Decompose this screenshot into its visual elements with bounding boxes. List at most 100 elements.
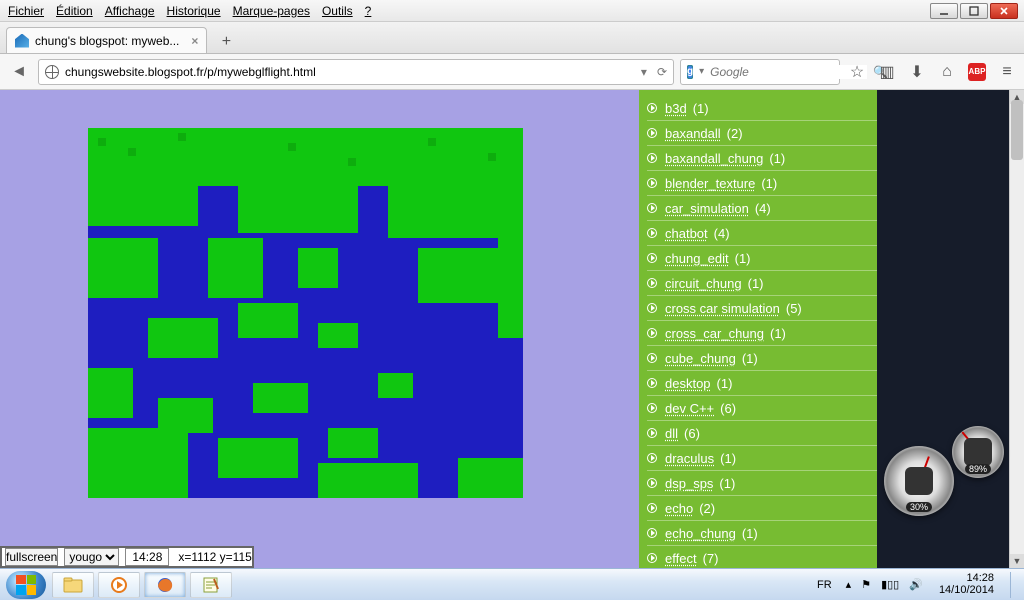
tag-item[interactable]: b3d(1) (647, 96, 877, 121)
tag-count: (1) (720, 451, 736, 466)
tag-item[interactable]: chung_edit (1) (647, 246, 877, 271)
menu-historique[interactable]: Historique (163, 2, 225, 20)
webgl-canvas[interactable] (88, 128, 523, 498)
tag-count: (4) (755, 201, 771, 216)
start-button[interactable] (6, 571, 46, 599)
tag-count: (1) (742, 526, 758, 541)
tray-clock[interactable]: 14:28 (966, 573, 994, 585)
menu-outils[interactable]: Outils (318, 2, 357, 20)
search-engine-icon[interactable]: g (687, 65, 693, 79)
tag-link[interactable]: blender_texture (665, 176, 755, 191)
tag-link[interactable]: cross_car_chung (665, 326, 764, 341)
window-minimize-button[interactable] (930, 3, 958, 19)
tag-item[interactable]: draculus (1) (647, 446, 877, 471)
cpu-gauge-gadget[interactable]: 89% 30% (884, 426, 1004, 516)
tray-date[interactable]: 14/10/2014 (939, 585, 994, 597)
tag-link[interactable]: chatbot (665, 226, 708, 241)
scroll-down-button[interactable]: ▼ (1010, 554, 1024, 568)
window-maximize-button[interactable] (960, 3, 988, 19)
tag-link[interactable]: cross car simulation (665, 301, 780, 316)
favicon-icon (15, 34, 29, 48)
bullet-icon (647, 553, 657, 563)
search-bar[interactable]: g▾ 🔍 (680, 59, 840, 85)
home-button[interactable]: ⌂ (936, 61, 958, 83)
reader-button[interactable]: ▥ (876, 61, 898, 83)
tray-flag-icon[interactable]: ⚑ (861, 578, 871, 591)
tag-item[interactable]: cross car simulation (5) (647, 296, 877, 321)
bookmark-star-button[interactable]: ☆ (846, 61, 868, 83)
downloads-button[interactable]: ⬇ (906, 61, 928, 83)
tag-link[interactable]: dev C++ (665, 401, 714, 416)
tag-link[interactable]: baxandall_chung (665, 151, 763, 166)
window-close-button[interactable] (990, 3, 1018, 19)
hamburger-menu-button[interactable]: ≡ (996, 61, 1018, 83)
tray-language[interactable]: FR (813, 579, 836, 591)
menu-help[interactable]: ? (361, 2, 376, 20)
fullscreen-button[interactable]: fullscreen (5, 548, 58, 566)
tag-link[interactable]: echo (665, 501, 693, 516)
tray-up-icon[interactable]: ▴ (846, 578, 852, 591)
tag-item[interactable]: circuit_chung(1) (647, 271, 877, 296)
mode-select[interactable]: yougo (64, 548, 119, 566)
tag-link[interactable]: dll (665, 426, 678, 441)
tag-link[interactable]: baxandall (665, 126, 721, 141)
bullet-icon (647, 478, 657, 488)
url-input[interactable] (65, 65, 635, 79)
tag-count: (1) (735, 251, 751, 266)
tag-link[interactable]: cube_chung (665, 351, 736, 366)
tag-count: (5) (786, 301, 802, 316)
taskbar-mediaplayer[interactable] (98, 572, 140, 598)
show-desktop-button[interactable] (1010, 572, 1018, 598)
tag-link[interactable]: dsp_sps (665, 476, 713, 491)
bullet-icon (647, 253, 657, 263)
scroll-thumb[interactable] (1011, 100, 1023, 160)
tag-link[interactable]: car_simulation (665, 201, 749, 216)
tag-item[interactable]: dll(6) (647, 421, 877, 446)
tag-link[interactable]: chung_edit (665, 251, 729, 266)
tray-volume-icon[interactable]: 🔊 (909, 578, 923, 591)
tray-network-icon[interactable]: ▮▯▯ (881, 578, 899, 591)
tag-link[interactable]: circuit_chung (665, 276, 742, 291)
bullet-icon (647, 453, 657, 463)
taskbar-firefox[interactable] (144, 572, 186, 598)
tag-item[interactable]: cube_chung(1) (647, 346, 877, 371)
bullet-icon (647, 353, 657, 363)
taskbar-notepadpp[interactable] (190, 572, 232, 598)
new-tab-button[interactable]: + (213, 31, 239, 53)
tag-item[interactable]: desktop (1) (647, 371, 877, 396)
adblock-button[interactable]: ABP (966, 61, 988, 83)
tag-item[interactable]: baxandall_chung(1) (647, 146, 877, 171)
page-scrollbar[interactable]: ▲ ▼ (1009, 90, 1024, 568)
tag-item[interactable]: baxandall(2) (647, 121, 877, 146)
bullet-icon (647, 278, 657, 288)
tag-item[interactable]: blender_texture(1) (647, 171, 877, 196)
menu-affichage[interactable]: Affichage (101, 2, 159, 20)
search-input[interactable] (710, 65, 867, 79)
tag-item[interactable]: chatbot(4) (647, 221, 877, 246)
taskbar-explorer[interactable] (52, 572, 94, 598)
tag-item[interactable]: echo(2) (647, 496, 877, 521)
chevron-down-icon[interactable]: ▾ (699, 66, 704, 77)
tag-count: (1) (717, 376, 733, 391)
tab-strip: chung's blogspot: myweb... × + (0, 22, 1024, 54)
dropdown-icon[interactable]: ▾ (641, 65, 647, 79)
reload-button[interactable]: ⟳ (657, 65, 667, 79)
tab-close-button[interactable]: × (191, 34, 198, 48)
menu-edition[interactable]: Édition (52, 2, 97, 20)
tag-link[interactable]: desktop (665, 376, 711, 391)
url-bar[interactable]: ▾⟳ (38, 59, 674, 85)
nav-back-button[interactable]: ◄ (6, 59, 32, 85)
tab-active[interactable]: chung's blogspot: myweb... × (6, 27, 207, 53)
tag-link[interactable]: echo_chung (665, 526, 736, 541)
tag-item[interactable]: echo_chung (1) (647, 521, 877, 546)
tag-item[interactable]: effect(7) (647, 546, 877, 568)
tag-item[interactable]: dsp_sps(1) (647, 471, 877, 496)
tag-item[interactable]: dev C++(6) (647, 396, 877, 421)
menu-fichier[interactable]: Fichier (4, 2, 48, 20)
tag-link[interactable]: b3d (665, 101, 687, 116)
tag-link[interactable]: draculus (665, 451, 714, 466)
tag-item[interactable]: cross_car_chung(1) (647, 321, 877, 346)
menu-marquepages[interactable]: Marque-pages (229, 2, 314, 20)
tag-link[interactable]: effect (665, 551, 697, 566)
tag-item[interactable]: car_simulation (4) (647, 196, 877, 221)
